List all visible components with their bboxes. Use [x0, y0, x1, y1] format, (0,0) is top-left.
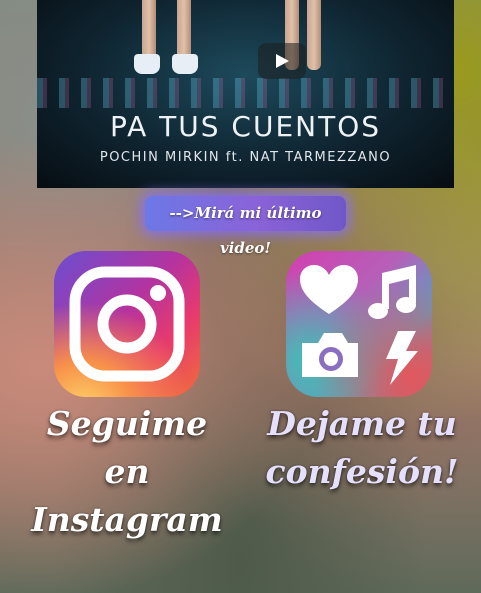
video-thumbnail-water: [37, 78, 454, 108]
video-song-title: PA TUS CUENTOS: [109, 110, 382, 143]
confession-icons: [300, 265, 418, 385]
lightning-icon: [386, 331, 418, 385]
confession-label-line2: confesión!: [265, 452, 459, 491]
play-button[interactable]: [258, 43, 306, 79]
instagram-icon: [69, 266, 185, 382]
camera-icon: [302, 333, 358, 377]
heart-icon: [300, 265, 358, 314]
video-song-artists: POCHIN MIRKIN ft. NAT TARMEZZANO: [99, 150, 392, 165]
music-note-icon: [368, 265, 416, 319]
instagram-label-line2: Instagram: [31, 500, 223, 539]
instagram-label-line1: Seguime en: [46, 404, 208, 491]
confession-label-line1: Dejame tu: [267, 404, 457, 443]
video-thumbnail-shoe: [134, 54, 160, 74]
play-icon: [276, 54, 289, 68]
confession-link-label[interactable]: Dejame tu confesión!: [262, 400, 462, 496]
confession-link-tile[interactable]: [286, 251, 432, 397]
instagram-link-tile[interactable]: [54, 251, 200, 397]
latest-video-button[interactable]: -->Mirá mi último video!: [145, 196, 346, 257]
video-thumbnail-shoe: [172, 54, 198, 74]
video-embed[interactable]: PA TUS CUENTOS POCHIN MIRKIN ft. NAT TAR…: [37, 0, 454, 188]
video-thumbnail-figure: [307, 0, 321, 70]
instagram-link-label[interactable]: Seguime en Instagram: [20, 400, 234, 544]
